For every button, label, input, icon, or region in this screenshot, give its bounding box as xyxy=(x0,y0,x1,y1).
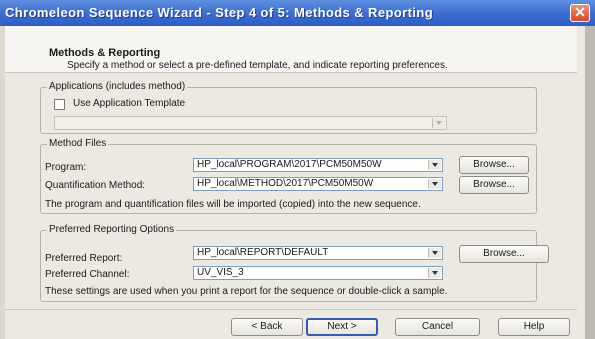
program-browse-button[interactable]: Browse... xyxy=(459,156,529,174)
report-browse-button[interactable]: Browse... xyxy=(459,245,549,263)
quantification-method-label: Quantification Method: xyxy=(45,180,146,191)
quantification-method-select[interactable]: HP_local\METHOD\2017\PCM50M50W xyxy=(193,177,443,191)
title-bar: Chromeleon Sequence Wizard - Step 4 of 5… xyxy=(0,0,595,26)
method-files-group: Method Files Program: HP_local\PROGRAM\2… xyxy=(40,138,537,214)
background-window-edge xyxy=(585,26,595,339)
reporting-options-group: Preferred Reporting Options Preferred Re… xyxy=(40,224,549,302)
footer-divider xyxy=(5,309,577,310)
page-title: Methods & Reporting xyxy=(49,47,161,59)
chevron-down-icon[interactable] xyxy=(432,118,445,128)
applications-legend: Applications (includes method) xyxy=(47,81,188,92)
preferred-report-select[interactable]: HP_local\REPORT\DEFAULT xyxy=(193,246,443,260)
method-files-note: The program and quantification files wil… xyxy=(45,199,421,210)
applications-group: Applications (includes method) Use Appli… xyxy=(40,81,537,134)
close-icon: ✕ xyxy=(574,4,586,20)
preferred-report-label: Preferred Report: xyxy=(45,253,123,264)
use-application-template-checkbox[interactable] xyxy=(54,99,65,110)
window-title: Chromeleon Sequence Wizard - Step 4 of 5… xyxy=(5,5,434,20)
reporting-note: These settings are used when you print a… xyxy=(45,286,448,297)
cancel-button[interactable]: Cancel xyxy=(395,318,480,336)
page-subtitle: Specify a method or select a pre-defined… xyxy=(67,60,448,71)
preferred-channel-label: Preferred Channel: xyxy=(45,269,130,280)
wizard-dialog: Methods & Reporting Specify a method or … xyxy=(5,26,585,339)
wizard-header: Methods & Reporting Specify a method or … xyxy=(5,26,577,73)
preferred-channel-select[interactable]: UV_VIS_3 xyxy=(193,266,443,280)
quantification-browse-button[interactable]: Browse... xyxy=(459,176,529,194)
next-button[interactable]: Next > xyxy=(306,318,378,336)
chevron-down-icon[interactable] xyxy=(428,248,441,258)
method-files-legend: Method Files xyxy=(47,138,109,149)
program-label: Program: xyxy=(45,162,87,173)
application-template-select[interactable] xyxy=(54,116,447,130)
back-button[interactable]: < Back xyxy=(231,318,303,336)
chevron-down-icon[interactable] xyxy=(428,179,441,189)
close-button[interactable]: ✕ xyxy=(570,4,590,22)
program-select[interactable]: HP_local\PROGRAM\2017\PCM50M50W xyxy=(193,158,443,172)
reporting-options-legend: Preferred Reporting Options xyxy=(47,224,177,235)
chevron-down-icon[interactable] xyxy=(428,160,441,170)
help-button[interactable]: Help xyxy=(498,318,570,336)
chevron-down-icon[interactable] xyxy=(428,268,441,278)
use-application-template-label: Use Application Template xyxy=(73,98,186,109)
